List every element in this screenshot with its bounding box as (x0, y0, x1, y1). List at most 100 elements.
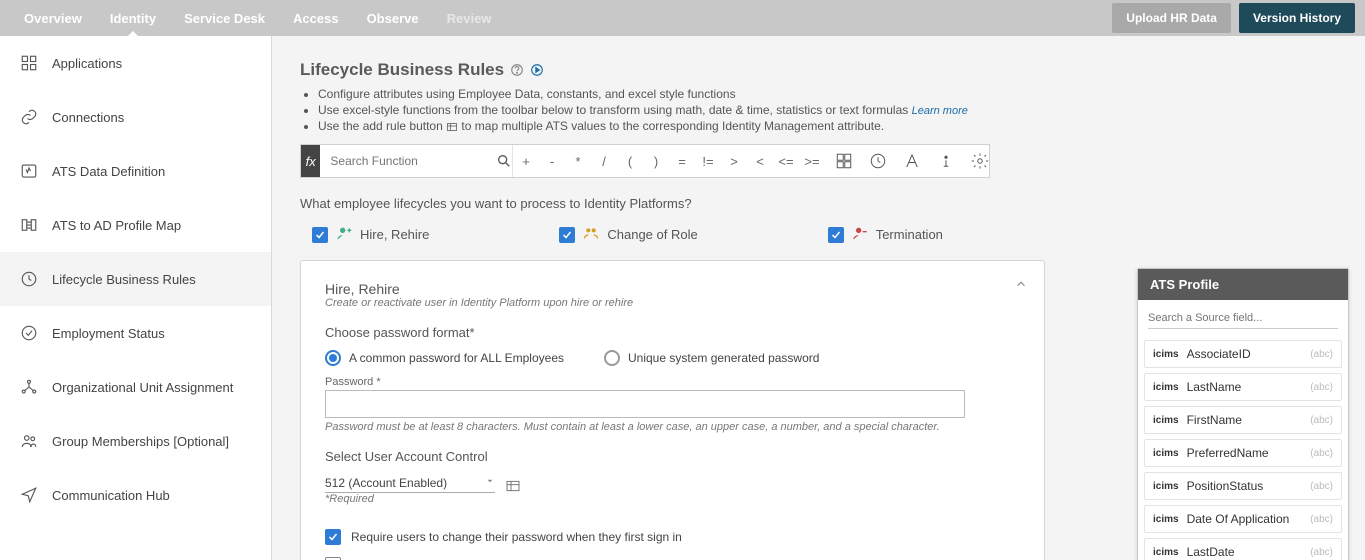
ats-profile-panel: ATS Profile icimsAssociateID(abc) icimsLa… (1137, 268, 1349, 560)
text-icon[interactable] (903, 152, 921, 170)
topbar-tabs: Overview Identity Service Desk Access Ob… (10, 1, 505, 36)
user-minus-icon (852, 225, 868, 244)
lifecycle-checkboxes: Hire, Rehire Change of Role Termination (300, 225, 1337, 244)
topbar: Overview Identity Service Desk Access Ob… (0, 0, 1365, 36)
op-not-equals[interactable]: != (695, 154, 721, 169)
checkbox-disabled-state[interactable]: Create the account in disabled state (325, 551, 1020, 560)
user-plus-icon (336, 225, 352, 244)
version-history-button[interactable]: Version History (1239, 3, 1355, 33)
add-rule-icon[interactable] (505, 474, 521, 497)
tab-identity[interactable]: Identity (96, 1, 170, 36)
learn-more-link[interactable]: Learn more (912, 105, 968, 117)
op-divide[interactable]: / (591, 154, 617, 169)
sidebar-item-communication-hub[interactable]: Communication Hub (0, 468, 271, 522)
radio-unique-password[interactable]: Unique system generated password (604, 350, 819, 366)
ats-panel-title: ATS Profile (1138, 269, 1348, 300)
checkbox-checked-icon (325, 529, 341, 545)
uac-label: Select User Account Control (325, 449, 1020, 464)
op-open-paren[interactable]: ( (617, 154, 643, 169)
settings-icon[interactable] (971, 152, 989, 170)
lifecycle-termination[interactable]: Termination (828, 225, 943, 244)
sidebar-item-label: Employment Status (52, 326, 165, 341)
tab-service-desk[interactable]: Service Desk (170, 1, 279, 36)
lifecycle-change-role[interactable]: Change of Role (559, 225, 697, 244)
ats-field-item[interactable]: icimsAssociateID(abc) (1144, 340, 1342, 368)
group-icon (20, 432, 38, 450)
sidebar: Applications Connections ATS Data Defini… (0, 36, 272, 560)
info-icon[interactable] (937, 152, 955, 170)
chevron-down-icon (485, 476, 495, 486)
operator-buttons: + - * / ( ) = != > < <= >= (513, 145, 825, 177)
sidebar-item-label: Communication Hub (52, 488, 170, 503)
function-toolbar: fx + - * / ( ) = != > < <= >= (300, 144, 990, 178)
ats-field-item[interactable]: icimsPositionStatus(abc) (1144, 472, 1342, 500)
sidebar-item-ats-ad-profile-map[interactable]: ATS to AD Profile Map (0, 198, 271, 252)
lifecycle-icon (20, 270, 38, 288)
op-close-paren[interactable]: ) (643, 154, 669, 169)
sidebar-item-label: Organizational Unit Assignment (52, 380, 233, 395)
checkbox-checked-icon (312, 227, 328, 243)
tab-access[interactable]: Access (279, 1, 353, 36)
sidebar-item-lifecycle-business-rules[interactable]: Lifecycle Business Rules (0, 252, 271, 306)
op-gt[interactable]: > (721, 154, 747, 169)
sidebar-item-ats-data-definition[interactable]: ATS Data Definition (0, 144, 271, 198)
sidebar-item-employment-status[interactable]: Employment Status (0, 306, 271, 360)
op-plus[interactable]: + (513, 154, 539, 169)
sidebar-item-applications[interactable]: Applications (0, 36, 271, 90)
op-minus[interactable]: - (539, 154, 565, 169)
ats-search-input[interactable] (1148, 308, 1338, 329)
op-lt[interactable]: < (747, 154, 773, 169)
op-equals[interactable]: = (669, 154, 695, 169)
tab-review[interactable]: Review (433, 1, 506, 36)
icims-logo: icims (1153, 415, 1179, 426)
org-icon (20, 378, 38, 396)
sidebar-item-label: ATS to AD Profile Map (52, 218, 181, 233)
main-content: Lifecycle Business Rules Configure attri… (272, 36, 1365, 560)
checkbox-checked-icon (559, 227, 575, 243)
ats-field-item[interactable]: icimsFirstName(abc) (1144, 406, 1342, 434)
op-lte[interactable]: <= (773, 154, 799, 169)
card-subtitle: Create or reactivate user in Identity Pl… (325, 297, 1020, 309)
password-hint: Password must be at least 8 characters. … (325, 421, 1020, 433)
search-function-input[interactable] (320, 145, 495, 177)
sidebar-item-ou-assignment[interactable]: Organizational Unit Assignment (0, 360, 271, 414)
tab-overview[interactable]: Overview (10, 1, 96, 36)
uac-select[interactable]: 512 (Account Enabled) (325, 474, 495, 493)
tab-observe[interactable]: Observe (353, 1, 433, 36)
definition-icon (20, 162, 38, 180)
icims-logo: icims (1153, 547, 1179, 558)
password-input[interactable] (325, 390, 965, 418)
sidebar-item-label: Group Memberships [Optional] (52, 434, 229, 449)
help-icon[interactable] (510, 63, 524, 77)
icims-logo: icims (1153, 349, 1179, 360)
math-icon[interactable] (835, 152, 853, 170)
search-icon[interactable] (495, 145, 513, 177)
required-label: *Required (325, 493, 495, 505)
radio-common-password[interactable]: A common password for ALL Employees (325, 350, 564, 366)
icims-logo: icims (1153, 382, 1179, 393)
sidebar-item-connections[interactable]: Connections (0, 90, 271, 144)
radio-checked-icon (325, 350, 341, 366)
sidebar-item-label: Applications (52, 56, 122, 71)
upload-hr-data-button[interactable]: Upload HR Data (1112, 3, 1231, 33)
lifecycle-hire[interactable]: Hire, Rehire (312, 225, 429, 244)
op-gte[interactable]: >= (799, 154, 825, 169)
checkbox-require-password-change[interactable]: Require users to change their password w… (325, 523, 1020, 551)
add-rule-icon (446, 119, 458, 133)
check-icon (20, 324, 38, 342)
ats-field-item[interactable]: icimsLastName(abc) (1144, 373, 1342, 401)
clock-icon[interactable] (869, 152, 887, 170)
play-icon[interactable] (530, 63, 544, 77)
radio-unchecked-icon (604, 350, 620, 366)
instructions: Configure attributes using Employee Data… (300, 86, 1337, 134)
page-title: Lifecycle Business Rules (300, 60, 1337, 80)
fx-button[interactable]: fx (301, 145, 320, 177)
ats-field-item[interactable]: icimsLastDate(abc) (1144, 538, 1342, 560)
op-multiply[interactable]: * (565, 154, 591, 169)
sidebar-item-group-memberships[interactable]: Group Memberships [Optional] (0, 414, 271, 468)
sidebar-item-label: ATS Data Definition (52, 164, 165, 179)
link-icon (20, 108, 38, 126)
collapse-button[interactable] (1014, 277, 1028, 294)
ats-field-item[interactable]: icimsDate Of Application(abc) (1144, 505, 1342, 533)
ats-field-item[interactable]: icimsPreferredName(abc) (1144, 439, 1342, 467)
